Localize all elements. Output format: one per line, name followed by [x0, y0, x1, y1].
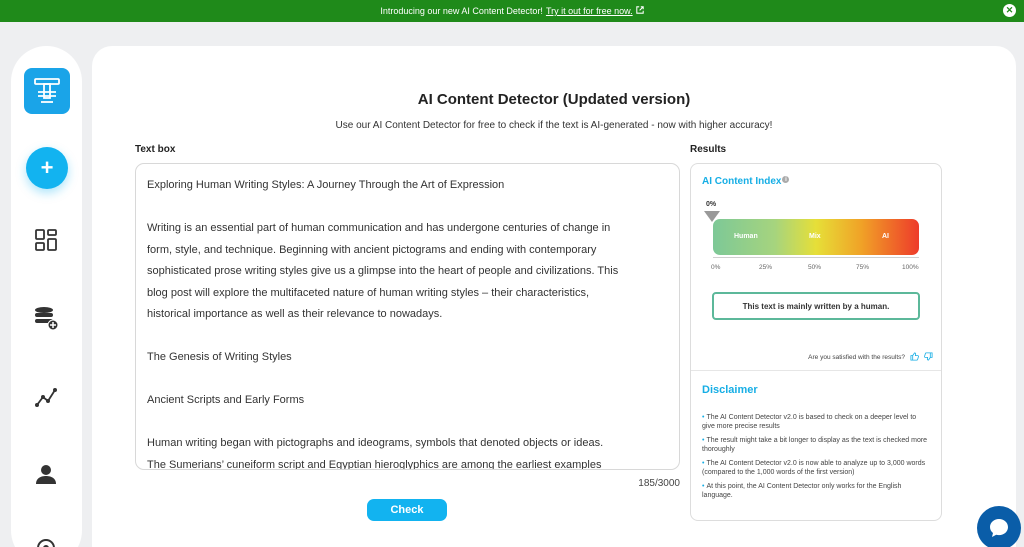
list-item: • The result might take a bit longer to d…: [702, 437, 928, 453]
chat-widget-button[interactable]: [977, 506, 1021, 547]
check-button[interactable]: Check: [367, 499, 447, 521]
scale-tick: 50%: [808, 264, 822, 271]
feedback-question: Are you satisfied with the results?: [808, 354, 905, 361]
dashboard-icon[interactable]: [32, 226, 60, 254]
list-item: • The AI Content Detector v2.0 is based t…: [702, 414, 917, 430]
analytics-icon[interactable]: [32, 383, 60, 411]
close-icon[interactable]: ✕: [1003, 4, 1016, 17]
banner-link[interactable]: Try it out for free now.: [546, 6, 633, 16]
list-item: • At this point, the AI Content Detector …: [702, 483, 902, 499]
gradient-label-human: Human: [734, 233, 758, 240]
announcement-banner: Introducing our new AI Content Detector!…: [0, 0, 1024, 22]
ai-score-gradient-bar: Human Mix AI: [713, 219, 919, 255]
text-line: Ancient Scripts and Early Forms: [147, 394, 305, 406]
page-title: AI Content Detector (Updated version): [417, 91, 691, 108]
app-logo[interactable]: [24, 68, 70, 114]
gradient-label-mix: Mix: [809, 233, 821, 240]
settings-icon[interactable]: [32, 534, 60, 547]
text-line: [147, 369, 668, 391]
scale-tick: 75%: [856, 264, 870, 271]
sidebar: +: [11, 46, 82, 547]
thumbs-up-icon[interactable]: [910, 352, 919, 363]
score-scale: 0% 25% 50% 75% 100%: [711, 257, 919, 273]
thumbs-down-icon[interactable]: [924, 352, 933, 363]
ai-index-title: AI Content Index i: [702, 176, 790, 187]
text-line: [147, 197, 668, 219]
info-icon[interactable]: i: [782, 176, 790, 183]
text-line: [147, 412, 668, 434]
scale-tick: 100%: [902, 264, 919, 271]
logo-icon: [34, 78, 60, 103]
database-add-icon[interactable]: [32, 304, 60, 332]
text-line: Human writing began with pictographs and…: [147, 437, 604, 449]
text-line: [147, 326, 668, 348]
gradient-label-ai: AI: [882, 233, 889, 240]
text-line: blog post will explore the multifaceted …: [147, 286, 590, 299]
feedback-row: Are you satisfied with the results?: [808, 352, 933, 363]
results-label: Results: [690, 144, 727, 155]
textbox-label: Text box: [135, 144, 176, 155]
page-subtitle: Use our AI Content Detector for free to …: [335, 120, 773, 131]
divider: [691, 370, 941, 371]
score-marker-value: 0%: [706, 201, 717, 208]
add-button[interactable]: +: [26, 147, 68, 189]
list-item: • The AI Content Detector v2.0 is now abl…: [702, 460, 926, 476]
scale-tick: 0%: [711, 264, 721, 271]
text-line: The Sumerians’ cuneiform script and Egyp…: [147, 458, 602, 470]
text-line: form, style, and technique. Beginning wi…: [147, 243, 597, 256]
ai-index-title-text: AI Content Index: [702, 176, 782, 187]
text-input-area[interactable]: Exploring Human Writing Styles: A Journe…: [135, 163, 680, 470]
disclaimer-list: • The AI Content Detector v2.0 is based t…: [702, 413, 930, 505]
text-line: Writing is an essential part of human co…: [147, 222, 611, 234]
scale-tick: 25%: [759, 264, 773, 271]
text-line: Exploring Human Writing Styles: A Journe…: [147, 179, 505, 191]
text-line: historical importance as well as their r…: [147, 308, 443, 320]
character-counter: 185/3000: [638, 478, 680, 489]
disclaimer-title: Disclaimer: [702, 384, 758, 396]
verdict-box: This text is mainly written by a human.: [712, 292, 920, 320]
banner-text: Introducing our new AI Content Detector!: [380, 6, 543, 16]
text-line: sophisticated prose writing styles give …: [147, 265, 619, 277]
chat-icon: [990, 519, 1008, 537]
results-card: AI Content Index i 0% Human Mix AI 0% 25%…: [690, 163, 942, 521]
main-panel: AI Content Detector (Updated version) Us…: [92, 46, 1016, 547]
text-line: The Genesis of Writing Styles: [147, 351, 292, 363]
profile-icon[interactable]: [32, 460, 60, 488]
external-link-icon[interactable]: [635, 6, 644, 16]
